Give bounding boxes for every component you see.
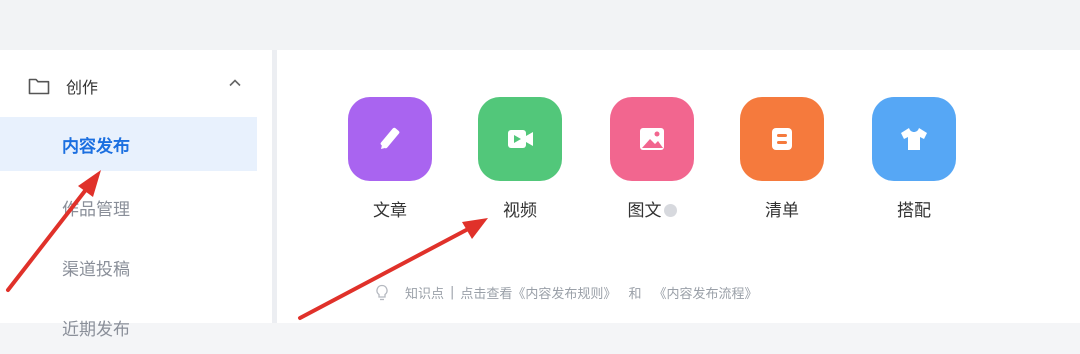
image-text-label: 图文 xyxy=(610,196,694,221)
chevron-up-icon[interactable] xyxy=(228,76,242,90)
knowledge-text: 点击查看 xyxy=(460,287,513,302)
video-tile-button[interactable] xyxy=(478,97,562,181)
section-title: 创作 xyxy=(66,78,99,97)
rules-link[interactable]: 《内容发布规则》 xyxy=(512,283,616,302)
list-icon xyxy=(772,128,792,150)
top-bar xyxy=(0,0,1080,50)
list-tile-button[interactable] xyxy=(740,97,824,181)
pen-icon xyxy=(380,127,400,149)
sidebar-item-label: 作品管理 xyxy=(62,199,130,220)
main-content: 文章 视频 图文 清单 搭配 知识点 | 点击查看 《内容发布规则》 和 《内容… xyxy=(277,50,1080,323)
article-label: 文章 xyxy=(373,201,407,221)
shirt-icon xyxy=(901,128,927,150)
image-text-label-text: 图文 xyxy=(627,201,662,221)
sidebar-item-channel-submission[interactable]: 渠道投稿 xyxy=(0,240,257,294)
image-text-tile-button[interactable] xyxy=(610,97,694,181)
knowledge-prefix: 知识点 xyxy=(405,287,445,302)
folder-icon xyxy=(28,78,50,95)
knowledge-separator: | xyxy=(450,285,455,300)
image-icon xyxy=(640,128,664,150)
lightbulb-icon xyxy=(376,284,388,300)
sidebar-item-label: 渠道投稿 xyxy=(62,259,130,280)
list-label: 清单 xyxy=(765,201,799,221)
sidebar-item-content-publish[interactable]: 内容发布 xyxy=(0,117,257,171)
outfit-label: 搭配 xyxy=(897,201,931,221)
sidebar-item-recent[interactable]: 近期发布 xyxy=(0,300,257,354)
sidebar-item-works-management[interactable]: 作品管理 xyxy=(0,180,257,234)
knowledge-tip: 知识点 | 点击查看 《内容发布规则》 和 《内容发布流程》 xyxy=(375,283,757,302)
knowledge-conjunction: 和 xyxy=(628,287,642,302)
video-label: 视频 xyxy=(503,201,537,221)
sidebar: 创作 内容发布 作品管理 渠道投稿 近期发布 xyxy=(0,50,272,340)
info-dot-icon xyxy=(663,204,677,217)
outfit-tile-button[interactable] xyxy=(872,97,956,181)
video-icon xyxy=(508,130,533,148)
section-header-creation[interactable]: 创作 xyxy=(28,74,248,98)
article-tile-button[interactable] xyxy=(348,97,432,181)
process-link[interactable]: 《内容发布流程》 xyxy=(653,283,757,302)
sidebar-item-label: 内容发布 xyxy=(62,136,130,157)
sidebar-item-label: 近期发布 xyxy=(62,319,130,340)
